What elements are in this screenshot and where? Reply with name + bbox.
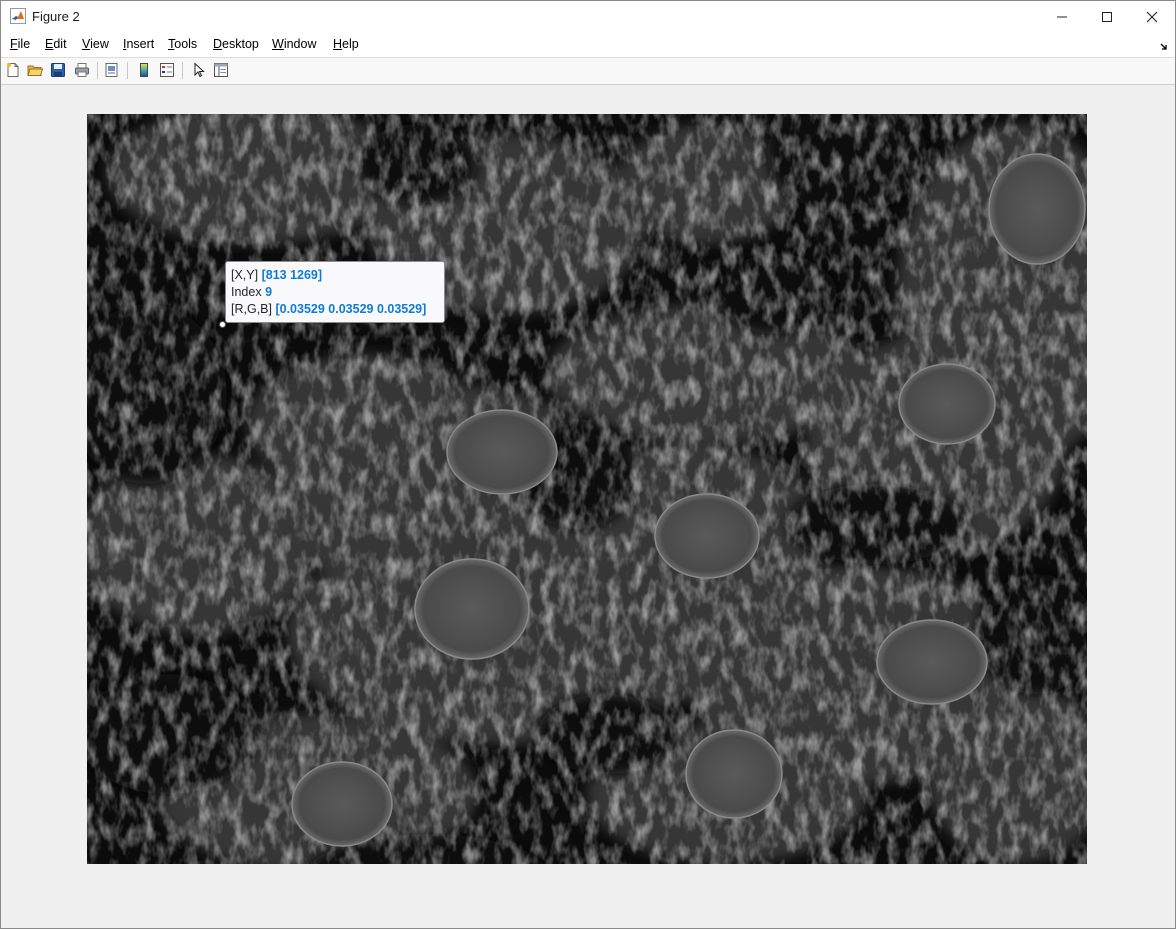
- open-file-icon[interactable]: [26, 61, 44, 79]
- insert-legend-icon[interactable]: [158, 61, 176, 79]
- menu-bar: File Edit View Insert Tools Desktop Wind…: [1, 32, 1175, 58]
- minimize-icon: [1057, 16, 1067, 17]
- window-title: Figure 2: [32, 9, 80, 24]
- new-figure-icon[interactable]: [4, 61, 22, 79]
- datatip[interactable]: [X,Y] [813 1269] Index 9 [R,G,B] [0.0352…: [225, 261, 445, 323]
- menu-window[interactable]: Window: [270, 37, 318, 51]
- menu-file[interactable]: File: [8, 37, 32, 51]
- datatip-xy-label: [X,Y]: [231, 268, 259, 282]
- maximize-icon: [1102, 11, 1112, 22]
- datatip-xy-row: [X,Y] [813 1269]: [231, 267, 444, 284]
- cell-image-render: [87, 114, 1087, 864]
- matlab-logo-icon: [10, 8, 26, 24]
- property-inspector-icon[interactable]: [212, 61, 230, 79]
- maximize-button[interactable]: [1084, 1, 1130, 32]
- menu-help[interactable]: Help: [331, 37, 361, 51]
- datatip-rgb-row: [R,G,B] [0.03529 0.03529 0.03529]: [231, 301, 444, 318]
- print-icon[interactable]: [73, 61, 91, 79]
- figure-canvas[interactable]: [X,Y] [813 1269] Index 9 [R,G,B] [0.0352…: [1, 85, 1175, 928]
- menu-insert[interactable]: Insert: [121, 37, 156, 51]
- figure-toolbar: [1, 58, 1175, 85]
- print-preview-icon[interactable]: [103, 61, 121, 79]
- menu-view[interactable]: View: [80, 37, 111, 51]
- close-icon: [1146, 11, 1158, 22]
- toolbar-separator: [127, 62, 128, 79]
- toolbar-separator: [182, 62, 183, 79]
- datatip-index-row: Index 9: [231, 284, 444, 301]
- toolbar-separator: [97, 62, 98, 79]
- microscopy-image[interactable]: [87, 114, 1087, 864]
- close-button[interactable]: [1129, 1, 1175, 32]
- edit-plot-icon[interactable]: [189, 61, 207, 79]
- datatip-index-value: 9: [265, 285, 273, 299]
- save-icon[interactable]: [49, 61, 67, 79]
- menu-desktop[interactable]: Desktop: [211, 37, 261, 51]
- insert-colorbar-icon[interactable]: [135, 61, 153, 79]
- datatip-rgb-value: [0.03529 0.03529 0.03529]: [275, 302, 427, 316]
- dock-arrow-icon[interactable]: [1159, 39, 1169, 50]
- menu-edit[interactable]: Edit: [43, 37, 69, 51]
- datatip-index-label: Index: [231, 285, 262, 299]
- figure-window: Figure 2 File Edit View Insert Tools Des…: [0, 0, 1176, 929]
- datatip-rgb-label: [R,G,B]: [231, 302, 272, 316]
- title-bar[interactable]: Figure 2: [1, 1, 1175, 32]
- datatip-xy-value: [813 1269]: [261, 268, 323, 282]
- minimize-button[interactable]: [1039, 1, 1085, 32]
- menu-tools[interactable]: Tools: [166, 37, 199, 51]
